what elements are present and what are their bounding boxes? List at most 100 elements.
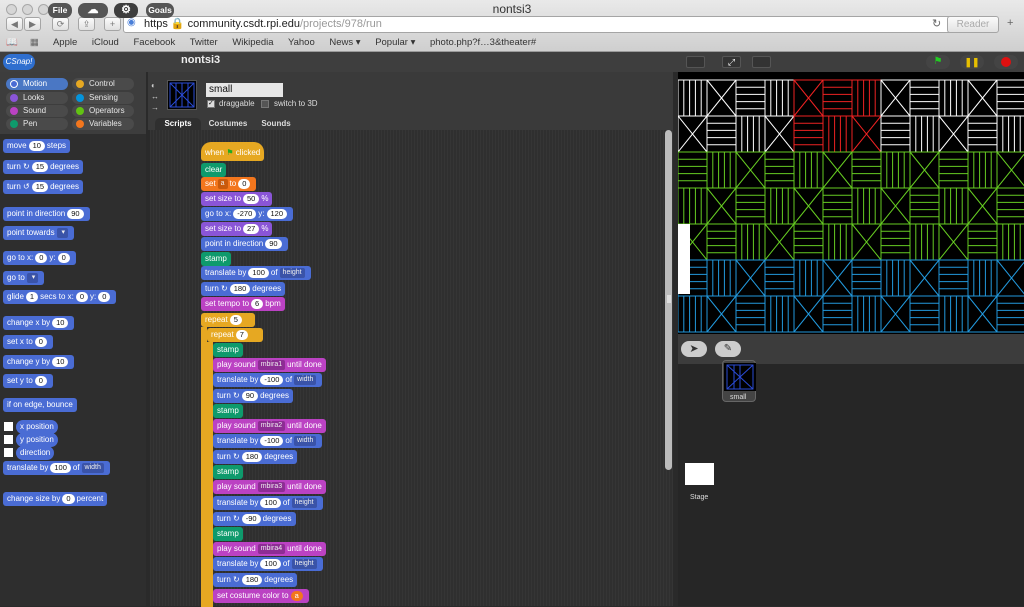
stop-button[interactable] (994, 55, 1018, 69)
close-window-button[interactable] (6, 4, 17, 15)
script-point-in-direction[interactable]: point in direction 90 (201, 237, 288, 251)
block-go-to-xy[interactable]: go to x: 0 y: 0 (3, 251, 76, 265)
hat-when-flag-clicked[interactable]: when ⚑ clicked (201, 142, 265, 161)
category-pen[interactable]: Pen (6, 118, 68, 130)
script-set-tempo[interactable]: set tempo to 6 bpm (201, 297, 285, 311)
block-point-in-direction[interactable]: point in direction 90 (3, 207, 90, 221)
category-control[interactable]: Control (72, 78, 134, 90)
reporter-x-position[interactable]: x position (16, 420, 58, 434)
pane-resize-handle[interactable] (667, 295, 671, 303)
category-sound[interactable]: Sound (6, 105, 68, 117)
top-sites-icon[interactable]: ▦ (30, 37, 39, 48)
block-change-x[interactable]: change x by 10 (3, 316, 75, 330)
draggable-checkbox[interactable]: ✓ (207, 100, 215, 108)
snap-logo-icon[interactable]: CSnap! (3, 54, 35, 70)
block-translate-by[interactable]: translate by 100 of width (3, 461, 110, 475)
block-change-y[interactable]: change y by 10 (3, 355, 75, 369)
stage-size-icon[interactable] (686, 56, 705, 68)
toggle-stage-icon[interactable] (752, 56, 771, 68)
file-menu-button[interactable]: File (48, 3, 72, 18)
reporter-y-position[interactable]: y position (16, 433, 58, 447)
add-turtle-icon[interactable]: ➤ (681, 341, 707, 357)
stage[interactable] (678, 72, 1024, 334)
category-operators[interactable]: Operators (72, 105, 134, 117)
category-variables[interactable]: Variables (72, 118, 134, 130)
tab-scripts[interactable]: Scripts (155, 118, 201, 130)
bookmark-yahoo[interactable]: Yahoo (288, 37, 315, 48)
script-translate-height-2[interactable]: translate by 100 of height (213, 496, 323, 510)
block-point-towards[interactable]: point towards ▾ (3, 226, 75, 240)
reader-button[interactable]: Reader (947, 16, 999, 33)
bookmark-photo[interactable]: photo.php?f…3&theater# (430, 37, 536, 48)
category-sensing[interactable]: Sensing (72, 92, 134, 104)
address-bar[interactable]: https 🔒 community.csdt.rpi.edu/projects/… (123, 16, 953, 33)
script-play-sound-1[interactable]: play sound mbira1 until done (213, 358, 326, 372)
stage-thumbnail[interactable] (685, 463, 714, 485)
goals-button[interactable]: Goals (146, 3, 174, 18)
script-repeat-outer[interactable]: repeat 5 (201, 313, 255, 327)
downloads-icon[interactable]: + (1007, 17, 1013, 29)
script-set-size-1[interactable]: set size to 50% (201, 192, 273, 206)
share-icon[interactable]: ⇪ (78, 17, 95, 31)
gear-icon[interactable]: ⚙ (114, 3, 138, 18)
block-move[interactable]: move 10 steps (3, 139, 71, 153)
block-go-to[interactable]: go to ▾ (3, 271, 45, 285)
tab-sounds[interactable]: Sounds (256, 118, 296, 130)
reading-list-icon[interactable]: 📖 (6, 37, 18, 48)
bookmark-news[interactable]: News ▾ (329, 37, 360, 48)
new-tab-icon[interactable]: + (104, 17, 121, 31)
script-set-var[interactable]: set a to 0 (201, 177, 257, 191)
script-turn-neg90[interactable]: turn ↻ -90 degrees (213, 512, 296, 526)
block-turn-ccw[interactable]: turn ↺ 15 degrees (3, 180, 83, 194)
script-translate-height-3[interactable]: translate by 100 of height (213, 557, 323, 571)
reload-icon[interactable]: ↻ (932, 17, 941, 30)
bookmark-facebook[interactable]: Facebook (133, 37, 175, 48)
pause-icon[interactable]: ❚❚ (960, 55, 984, 69)
script-turn-180b[interactable]: turn ↻ 180 degrees (213, 450, 298, 464)
checkbox-x-position[interactable] (4, 422, 13, 431)
script-stamp[interactable]: stamp (201, 252, 231, 266)
block-set-y[interactable]: set y to 0 (3, 374, 53, 388)
green-flag-icon[interactable]: ⚑ (926, 55, 950, 69)
switch-3d-checkbox[interactable] (261, 100, 269, 108)
script-stamp[interactable]: stamp (213, 404, 243, 418)
block-set-x[interactable]: set x to 0 (3, 335, 53, 349)
bookmark-icloud[interactable]: iCloud (92, 37, 119, 48)
block-change-size[interactable]: change size by 0 percent (3, 492, 108, 506)
script-set-costume-color[interactable]: set costume color to a (213, 589, 309, 603)
script-translate-width-1[interactable]: translate by -100 of width (213, 373, 323, 387)
script-translate-width-2[interactable]: translate by -100 of width (213, 434, 323, 448)
history-icon[interactable]: ⟳ (52, 17, 69, 31)
block-glide[interactable]: glide 1 secs to x: 0 y: 0 (3, 290, 117, 304)
script-turn-180c[interactable]: turn ↻ 180 degrees (213, 573, 298, 587)
rotation-style-icons[interactable]: ◐ ↔ → (151, 80, 159, 113)
script-set-size-2[interactable]: set size to 27% (201, 222, 273, 236)
forward-icon[interactable]: ▶ (24, 17, 41, 31)
checkbox-direction[interactable] (4, 448, 13, 457)
bookmark-apple[interactable]: Apple (53, 37, 77, 48)
checkbox-y-position[interactable] (4, 435, 13, 444)
bookmark-twitter[interactable]: Twitter (190, 37, 218, 48)
script-repeat-inner[interactable]: repeat 7 (207, 328, 263, 342)
sprite-name-input[interactable]: small (206, 83, 283, 97)
script-play-sound-3[interactable]: play sound mbira3 until done (213, 480, 326, 494)
script-stamp[interactable]: stamp (213, 465, 243, 479)
back-icon[interactable]: ◀ (6, 17, 23, 31)
script-stamp[interactable]: stamp (213, 527, 243, 541)
script-turn-180[interactable]: turn ↻ 180 degrees (201, 282, 286, 296)
category-looks[interactable]: Looks (6, 92, 68, 104)
script-play-sound-2[interactable]: play sound mbira2 until done (213, 419, 326, 433)
script-clear[interactable]: clear (201, 163, 227, 177)
script-go-to-xy[interactable]: go to x: -270 y: 120 (201, 207, 294, 221)
cloud-icon[interactable]: ☁ (78, 3, 108, 18)
bookmark-popular[interactable]: Popular ▾ (375, 37, 415, 48)
block-turn-cw[interactable]: turn ↻ 15 degrees (3, 160, 83, 174)
category-motion[interactable]: Motion (6, 78, 68, 90)
paint-brush-icon[interactable]: ✎ (715, 341, 741, 357)
tab-costumes[interactable]: Costumes (204, 118, 252, 130)
minimize-window-button[interactable] (22, 4, 33, 15)
script-play-sound-4[interactable]: play sound mbira4 until done (213, 542, 326, 556)
bookmark-wikipedia[interactable]: Wikipedia (232, 37, 273, 48)
block-bounce[interactable]: if on edge, bounce (3, 398, 77, 412)
script-turn-90[interactable]: turn ↻ 90 degrees (213, 389, 293, 403)
